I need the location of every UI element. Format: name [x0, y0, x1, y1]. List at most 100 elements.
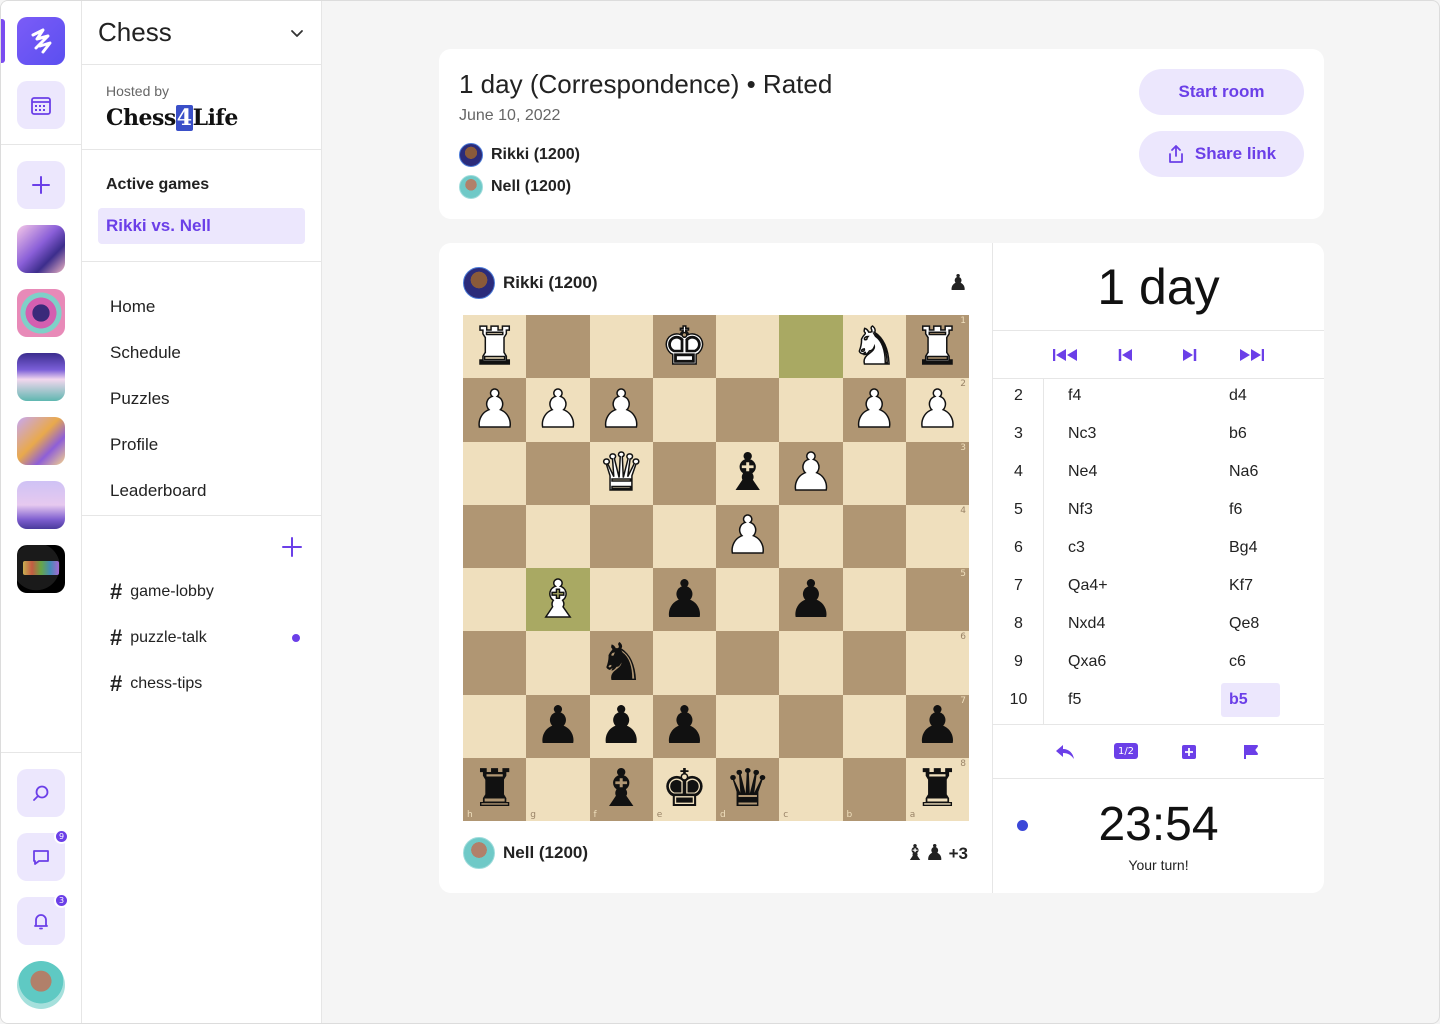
white-move[interactable]: Qxa6 [1068, 645, 1106, 679]
host-brand-logo[interactable]: Chess4Life [106, 105, 297, 131]
board-square[interactable]: ♟ [716, 504, 780, 568]
chevron-down-icon[interactable] [289, 25, 305, 41]
board-square[interactable] [652, 504, 716, 568]
white-knight-icon[interactable]: ♞ [850, 320, 898, 374]
board-square[interactable] [716, 631, 780, 695]
board-square[interactable]: ♟ [842, 378, 906, 442]
white-move[interactable]: Qa4+ [1068, 569, 1108, 603]
board-square[interactable]: ♟ [652, 568, 716, 632]
black-knight-icon[interactable]: ♞ [598, 637, 645, 689]
board-square[interactable]: ♞ [589, 631, 653, 695]
first-move-icon[interactable] [1053, 347, 1079, 363]
user-avatar[interactable] [17, 961, 65, 1009]
board-square[interactable] [779, 631, 843, 695]
notifications-button[interactable]: 3 [17, 893, 69, 945]
board-square[interactable] [652, 441, 716, 505]
black-move[interactable]: f6 [1229, 493, 1242, 527]
black-bishop-icon[interactable]: ♝ [724, 447, 771, 499]
board-square[interactable] [652, 631, 716, 695]
board-square[interactable] [589, 315, 653, 379]
white-king-icon[interactable]: ♚ [660, 320, 708, 374]
white-pawn-icon[interactable]: ♟ [787, 446, 835, 500]
black-rook-icon[interactable]: ♜ [471, 763, 518, 815]
undo-icon[interactable] [1055, 744, 1075, 760]
offer-draw-button[interactable]: 1/2 [1114, 743, 1138, 759]
previous-move-icon[interactable] [1118, 347, 1134, 363]
add-icon[interactable] [1181, 744, 1197, 760]
board-square[interactable] [842, 694, 906, 758]
add-server-button[interactable] [17, 161, 65, 209]
last-move-icon[interactable] [1238, 347, 1264, 363]
black-rook-icon[interactable]: ♜ [914, 763, 961, 815]
board-square[interactable]: ♝ f [589, 757, 653, 821]
resign-flag-icon[interactable] [1243, 744, 1259, 760]
white-move[interactable]: f5 [1068, 683, 1081, 717]
board-square[interactable] [463, 631, 527, 695]
black-pawn-icon[interactable]: ♟ [535, 700, 582, 752]
board-square[interactable] [842, 504, 906, 568]
black-move[interactable]: d4 [1229, 379, 1247, 413]
nav-item-home[interactable]: Home [82, 284, 321, 330]
channel-game-lobby[interactable]: # game-lobby [110, 579, 300, 604]
white-queen-icon[interactable]: ♛ [597, 446, 645, 500]
board-square[interactable] [842, 568, 906, 632]
board-square[interactable]: ♜ h [463, 757, 527, 821]
board-square[interactable] [526, 631, 590, 695]
calendar-button[interactable] [17, 81, 65, 129]
nav-item-profile[interactable]: Profile [82, 422, 321, 468]
black-move[interactable]: Na6 [1229, 455, 1258, 489]
board-square[interactable]: ♟ [779, 441, 843, 505]
board-square[interactable]: c [779, 757, 843, 821]
black-queen-icon[interactable]: ♛ [724, 763, 771, 815]
board-square[interactable] [463, 694, 527, 758]
server-vinyl-icon[interactable] [17, 289, 65, 337]
white-pawn-icon[interactable]: ♟ [850, 383, 898, 437]
messages-button[interactable]: 9 [17, 829, 69, 881]
app-logo-button[interactable] [17, 17, 65, 65]
board-square[interactable] [716, 378, 780, 442]
board-square[interactable] [779, 694, 843, 758]
white-move[interactable]: c3 [1068, 531, 1085, 565]
black-pawn-icon[interactable]: ♟ [661, 574, 708, 626]
white-rook-icon[interactable]: ♜ [471, 320, 519, 374]
white-move[interactable]: Nf3 [1068, 493, 1093, 527]
black-pawn-icon[interactable]: ♟ [914, 700, 961, 752]
board-square[interactable] [779, 315, 843, 379]
board-square[interactable] [463, 441, 527, 505]
board-square[interactable] [716, 694, 780, 758]
board-square[interactable] [779, 378, 843, 442]
server-chess-icon[interactable] [17, 481, 65, 529]
board-square[interactable]: b [842, 757, 906, 821]
board-square[interactable]: ♟ 7 [905, 694, 969, 758]
white-move[interactable]: f4 [1068, 379, 1081, 413]
server-header[interactable]: Chess [82, 1, 321, 65]
board-square[interactable]: ♝ [716, 441, 780, 505]
nav-item-leaderboard[interactable]: Leaderboard [82, 468, 321, 514]
board-square[interactable] [842, 631, 906, 695]
black-move[interactable]: c6 [1229, 645, 1246, 679]
board-square[interactable] [463, 504, 527, 568]
board-square[interactable] [779, 504, 843, 568]
board-square[interactable] [463, 568, 527, 632]
board-square[interactable]: g [526, 757, 590, 821]
board-square[interactable]: 4 [905, 504, 969, 568]
black-bishop-icon[interactable]: ♝ [598, 763, 645, 815]
white-move[interactable]: Nxd4 [1068, 607, 1105, 641]
black-move[interactable]: Kf7 [1229, 569, 1253, 603]
board-square[interactable]: ♟ [526, 378, 590, 442]
nav-item-schedule[interactable]: Schedule [82, 330, 321, 376]
board-square[interactable]: ♜ [463, 315, 527, 379]
start-room-button[interactable]: Start room [1139, 69, 1304, 115]
server-book-icon[interactable] [17, 353, 65, 401]
board-square[interactable]: ♛ [589, 441, 653, 505]
white-pawn-icon[interactable]: ♟ [534, 383, 582, 437]
board-square[interactable]: ♞ [842, 315, 906, 379]
board-square[interactable]: ♟ [779, 568, 843, 632]
board-square[interactable] [589, 504, 653, 568]
board-square[interactable] [526, 441, 590, 505]
white-move[interactable]: Nc3 [1068, 417, 1096, 451]
server-art-icon[interactable] [17, 225, 65, 273]
board-square[interactable] [716, 568, 780, 632]
board-square[interactable] [716, 315, 780, 379]
selected-black-move[interactable]: b5 [1221, 683, 1280, 717]
